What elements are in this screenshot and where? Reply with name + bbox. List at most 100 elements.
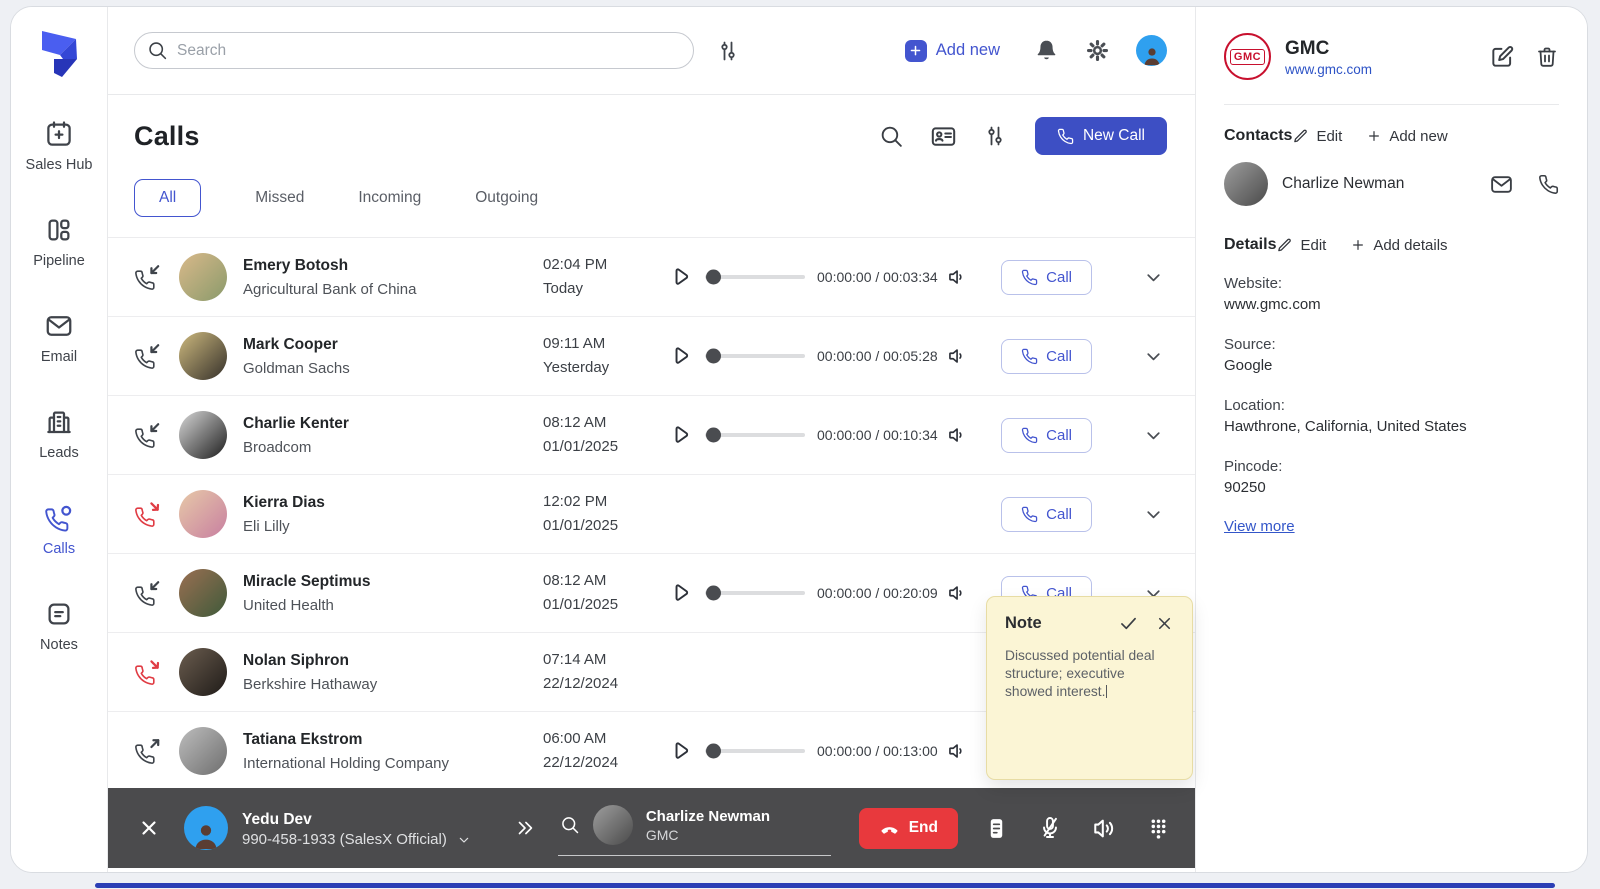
text-caret bbox=[1106, 685, 1108, 699]
slider-knob[interactable] bbox=[706, 427, 721, 443]
sidebar-item-leads[interactable]: Leads bbox=[39, 407, 79, 461]
call-time: 06:00 AM bbox=[543, 730, 607, 747]
user-avatar[interactable] bbox=[1136, 35, 1167, 66]
seek-slider[interactable] bbox=[705, 585, 805, 601]
play-icon[interactable] bbox=[667, 343, 693, 369]
agent-avatar bbox=[184, 806, 228, 850]
chevron-down-icon[interactable] bbox=[1142, 266, 1165, 289]
contact-avatar bbox=[179, 490, 227, 538]
phone-icon[interactable] bbox=[1538, 174, 1559, 195]
new-call-button[interactable]: New Call bbox=[1034, 117, 1167, 155]
search-icon bbox=[560, 815, 580, 835]
add-new-button[interactable]: Add new bbox=[904, 39, 1000, 62]
call-date: 01/01/2025 bbox=[543, 438, 619, 455]
settings-gear-icon[interactable] bbox=[1085, 38, 1110, 63]
top-bar: Add new bbox=[108, 7, 1195, 95]
contacts-section: Contacts Edit Add new Charlize Newman bbox=[1224, 105, 1559, 206]
contact-name: Charlie Kenter bbox=[243, 415, 349, 433]
dialpad-icon[interactable] bbox=[1146, 816, 1171, 841]
call-button[interactable]: Call bbox=[1001, 417, 1092, 453]
tab-incoming[interactable]: Incoming bbox=[358, 189, 421, 207]
company-header: GMC GMC www.gmc.com bbox=[1224, 33, 1559, 105]
end-call-button[interactable]: End bbox=[858, 807, 958, 849]
contact-name: Miracle Septimus bbox=[243, 573, 371, 591]
volume-icon[interactable] bbox=[947, 740, 969, 762]
sidebar-item-email[interactable]: Email bbox=[41, 311, 77, 365]
play-icon[interactable] bbox=[667, 264, 693, 290]
slider-knob[interactable] bbox=[706, 348, 721, 364]
recording-player: 00:00:00 / 00:20:09 bbox=[667, 580, 981, 606]
edit-icon[interactable] bbox=[1489, 44, 1515, 70]
view-more-link[interactable]: View more bbox=[1224, 518, 1295, 535]
close-icon[interactable] bbox=[138, 817, 160, 839]
call-date: Yesterday bbox=[543, 359, 610, 376]
building-icon bbox=[44, 407, 74, 437]
mic-muted-icon[interactable] bbox=[1037, 815, 1063, 841]
add-new-label: Add new bbox=[935, 41, 1000, 59]
search-input[interactable] bbox=[134, 32, 694, 69]
note-textarea[interactable]: Discussed potential deal structure; exec… bbox=[1005, 647, 1165, 702]
detail-field-source: Source: Google bbox=[1224, 336, 1276, 374]
details-add-button[interactable]: Add details bbox=[1350, 237, 1448, 254]
sidebar-item-calls[interactable]: Calls bbox=[43, 503, 75, 557]
contact-card-icon[interactable] bbox=[930, 123, 957, 150]
contact-name: Tatiana Ekstrom bbox=[243, 731, 363, 749]
seek-slider[interactable] bbox=[705, 348, 805, 364]
kanban-icon bbox=[44, 215, 74, 245]
play-icon[interactable] bbox=[667, 580, 693, 606]
email-icon[interactable] bbox=[1489, 172, 1514, 197]
contact-company: Berkshire Hathaway bbox=[243, 675, 378, 693]
speaker-icon[interactable] bbox=[1091, 815, 1118, 842]
plus-icon bbox=[904, 39, 927, 62]
company-logo: GMC bbox=[1224, 33, 1271, 80]
volume-icon[interactable] bbox=[947, 582, 969, 604]
time-display: 00:00:00 / 00:13:00 bbox=[817, 743, 938, 759]
tab-missed[interactable]: Missed bbox=[255, 189, 304, 207]
call-button[interactable]: Call bbox=[1001, 496, 1092, 532]
chevron-down-icon[interactable] bbox=[1142, 503, 1165, 526]
call-button[interactable]: Call bbox=[1001, 338, 1092, 374]
phone-contact-icon bbox=[44, 503, 74, 533]
volume-icon[interactable] bbox=[947, 266, 969, 288]
trash-icon[interactable] bbox=[1535, 45, 1559, 69]
volume-icon[interactable] bbox=[947, 424, 969, 446]
details-edit-button[interactable]: Edit bbox=[1276, 237, 1326, 254]
contacts-add-button[interactable]: Add new bbox=[1366, 128, 1448, 145]
call-row: Emery Botosh Agricultural Bank of China 0… bbox=[108, 238, 1195, 317]
company-website-link[interactable]: www.gmc.com bbox=[1285, 62, 1372, 77]
call-notes-icon[interactable] bbox=[984, 816, 1009, 841]
contacts-edit-button[interactable]: Edit bbox=[1292, 128, 1342, 145]
seek-slider[interactable] bbox=[705, 269, 805, 285]
slider-knob[interactable] bbox=[706, 269, 721, 285]
seek-slider[interactable] bbox=[705, 743, 805, 759]
expand-double-chevron-icon[interactable] bbox=[514, 817, 536, 839]
search-icon[interactable] bbox=[879, 124, 904, 149]
sidebar-item-pipeline[interactable]: Pipeline bbox=[33, 215, 85, 269]
volume-icon[interactable] bbox=[947, 345, 969, 367]
tab-outgoing[interactable]: Outgoing bbox=[475, 189, 538, 207]
sidebar-item-sales-hub[interactable]: Sales Hub bbox=[26, 119, 92, 173]
call-date: 01/01/2025 bbox=[543, 517, 619, 534]
sidebar-item-notes[interactable]: Notes bbox=[40, 599, 78, 653]
slider-knob[interactable] bbox=[706, 743, 721, 759]
seek-slider[interactable] bbox=[705, 427, 805, 443]
notifications-bell-icon[interactable] bbox=[1034, 38, 1059, 63]
chevron-down-icon[interactable] bbox=[1142, 424, 1165, 447]
filter-sliders-icon[interactable] bbox=[983, 124, 1007, 148]
chevron-down-icon[interactable] bbox=[1142, 345, 1165, 368]
contact-list-item[interactable]: Charlize Newman bbox=[1224, 162, 1559, 206]
play-icon[interactable] bbox=[667, 422, 693, 448]
tab-all[interactable]: All bbox=[134, 179, 202, 217]
confirm-check-icon[interactable] bbox=[1118, 613, 1139, 634]
call-button[interactable]: Call bbox=[1001, 259, 1092, 295]
call-target-field[interactable]: Charlize Newman GMC bbox=[557, 801, 831, 856]
callee-avatar bbox=[592, 804, 633, 845]
contact-company: International Holding Company bbox=[243, 754, 449, 772]
agent-line-selector[interactable]: 990-458-1933 (SalesX Official) bbox=[242, 831, 472, 848]
phone-icon bbox=[1021, 506, 1038, 523]
slider-knob[interactable] bbox=[706, 585, 721, 601]
close-icon[interactable] bbox=[1155, 614, 1174, 633]
calls-tabs: All Missed Incoming Outgoing bbox=[108, 165, 1195, 238]
play-icon[interactable] bbox=[667, 738, 693, 764]
filter-sliders-icon[interactable] bbox=[716, 39, 740, 63]
